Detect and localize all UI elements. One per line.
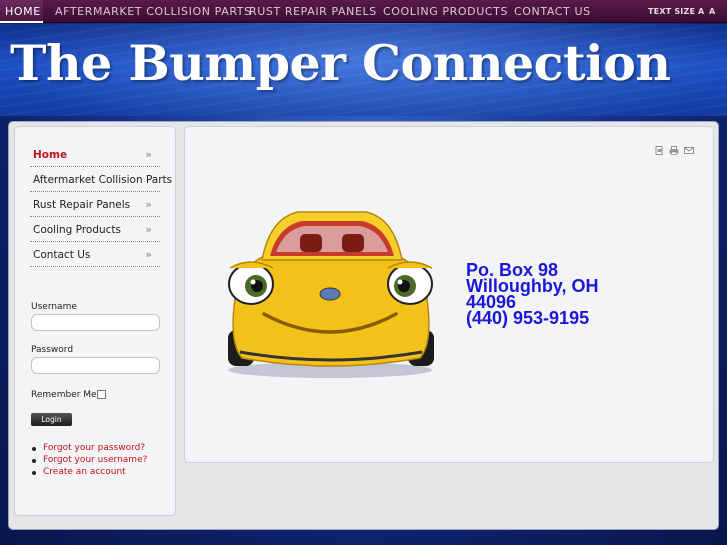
list-item: Forgot your password? xyxy=(31,443,147,455)
bullet-icon xyxy=(32,471,36,475)
email-icon[interactable] xyxy=(684,146,694,155)
nav-cooling-products[interactable]: COOLING PRODUCTS xyxy=(383,0,508,23)
bullet-icon xyxy=(32,447,36,451)
chevron-right-icon: » xyxy=(145,198,152,211)
sidebar-item-cooling-products[interactable]: Cooling Products » xyxy=(30,218,160,242)
password-field[interactable] xyxy=(31,357,160,374)
sidebar-item-label: Home xyxy=(33,149,68,161)
chevron-right-icon: » xyxy=(145,148,152,161)
nav-aftermarket-collision-parts[interactable]: AFTERMARKET COLLISION PARTS xyxy=(55,0,252,23)
sidebar-item-contact-us[interactable]: Contact Us » xyxy=(30,243,160,267)
login-links: Forgot your password? Forgot your userna… xyxy=(31,443,147,479)
smiling-car-image xyxy=(228,211,434,378)
nav-contact-us[interactable]: CONTACT US xyxy=(514,0,591,23)
pdf-icon[interactable] xyxy=(655,146,664,155)
username-label: Username xyxy=(31,302,77,312)
chevron-right-icon: » xyxy=(145,223,152,236)
print-icon[interactable] xyxy=(669,146,679,155)
chevron-right-icon: » xyxy=(145,248,152,261)
top-navigation: HOME AFTERMARKET COLLISION PARTS RUST RE… xyxy=(0,0,727,23)
create-account-link[interactable]: Create an account xyxy=(43,467,126,477)
nav-rust-repair-panels[interactable]: RUST REPAIR PANELS xyxy=(249,0,377,23)
text-size-increase-icon[interactable]: A xyxy=(709,0,715,23)
sidebar-item-aftermarket-collision-parts[interactable]: Aftermarket Collision Parts xyxy=(30,168,172,192)
sidebar-item-label: Contact Us xyxy=(33,249,91,261)
list-item: Forgot your username? xyxy=(31,455,147,467)
login-button[interactable]: Login xyxy=(31,413,72,426)
site-header: The Bumper Connection xyxy=(0,24,727,116)
text-size-label: TEXT SIZE xyxy=(648,7,696,16)
text-size-decrease-icon[interactable]: A xyxy=(698,0,704,23)
forgot-username-link[interactable]: Forgot your username? xyxy=(43,455,147,465)
contact-address: Po. Box 98 Willoughby, OH 44096 (440) 95… xyxy=(466,261,599,328)
remember-me-label: Remember Me xyxy=(31,390,97,400)
sidebar-item-rust-repair-panels[interactable]: Rust Repair Panels » xyxy=(30,193,160,217)
address-phone: (440) 953-9195 xyxy=(466,308,590,328)
sidebar-item-label: Aftermarket Collision Parts xyxy=(33,174,173,186)
nav-home[interactable]: HOME xyxy=(5,0,41,23)
list-item: Create an account xyxy=(31,467,147,479)
bullet-icon xyxy=(32,459,36,463)
remember-me-checkbox[interactable] xyxy=(97,390,106,399)
sidebar-item-home[interactable]: Home » xyxy=(30,143,160,167)
forgot-password-link[interactable]: Forgot your password? xyxy=(43,443,145,453)
site-title[interactable]: The Bumper Connection xyxy=(10,34,671,92)
sidebar-item-label: Cooling Products xyxy=(33,224,122,236)
password-label: Password xyxy=(31,345,74,355)
username-field[interactable] xyxy=(31,314,160,331)
sidebar-item-label: Rust Repair Panels xyxy=(33,199,131,211)
